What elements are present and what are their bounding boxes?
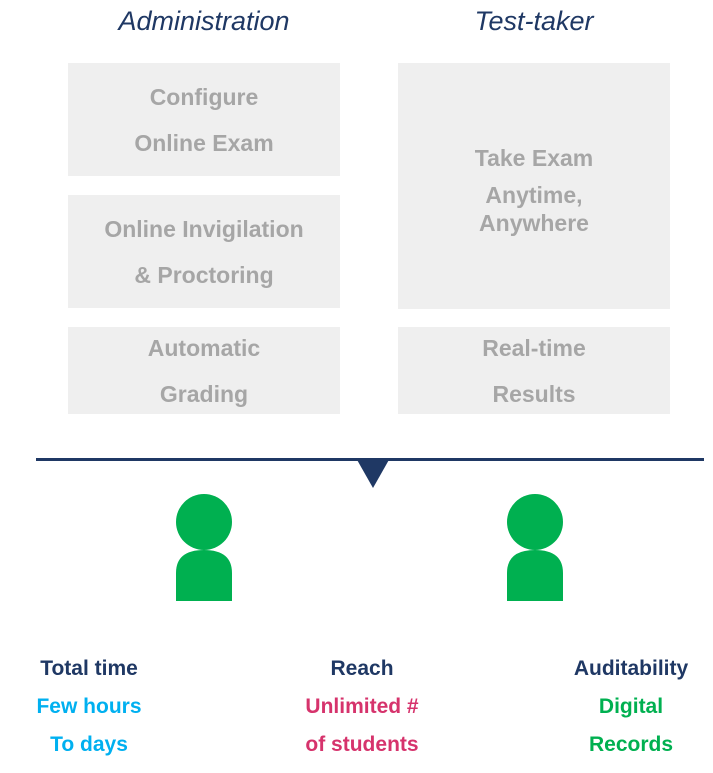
box-line: Automatic <box>147 334 261 361</box>
reach-stat: Reach Unlimited # of students <box>272 650 452 764</box>
stat-label: Total time <box>40 657 138 680</box>
box-line: Configure <box>149 83 259 110</box>
box-line: Real-time <box>482 334 586 361</box>
box-line: Anytime, <box>485 182 583 208</box>
stat-value: Records <box>588 733 674 756</box>
stat-value: Digital <box>598 695 664 718</box>
configure-online-exam-box: Configure Online Exam <box>68 63 340 176</box>
stat-value: of students <box>305 733 419 756</box>
down-arrow-icon <box>356 458 390 488</box>
stat-label: Reach <box>330 657 394 680</box>
real-time-results-box: Real-time Results <box>398 327 670 414</box>
stat-value: Unlimited # <box>305 695 419 718</box>
total-time-stat: Total time Few hours To days <box>0 650 179 764</box>
administration-heading: Administration <box>118 6 290 36</box>
box-line: Online Invigilation <box>104 215 304 242</box>
stat-value: To days <box>50 733 128 756</box>
take-exam-box: Take Exam Anytime, Anywhere <box>398 63 670 309</box>
box-line: Online Exam <box>134 129 274 156</box>
person-icon <box>506 493 564 606</box>
test-taker-heading: Test-taker <box>474 6 594 36</box>
box-line: Anywhere <box>479 210 589 236</box>
automatic-grading-box: Automatic Grading <box>68 327 340 414</box>
stat-label: Auditability <box>573 657 689 680</box>
box-line: & Proctoring <box>134 261 274 288</box>
online-invigilation-box: Online Invigilation & Proctoring <box>68 195 340 308</box>
auditability-stat: Auditability Digital Records <box>541 650 713 764</box>
box-line: Take Exam <box>474 145 594 171</box>
box-line: Grading <box>159 380 249 407</box>
box-line: Results <box>492 380 576 407</box>
stat-value: Few hours <box>36 695 142 718</box>
person-icon <box>175 493 233 606</box>
